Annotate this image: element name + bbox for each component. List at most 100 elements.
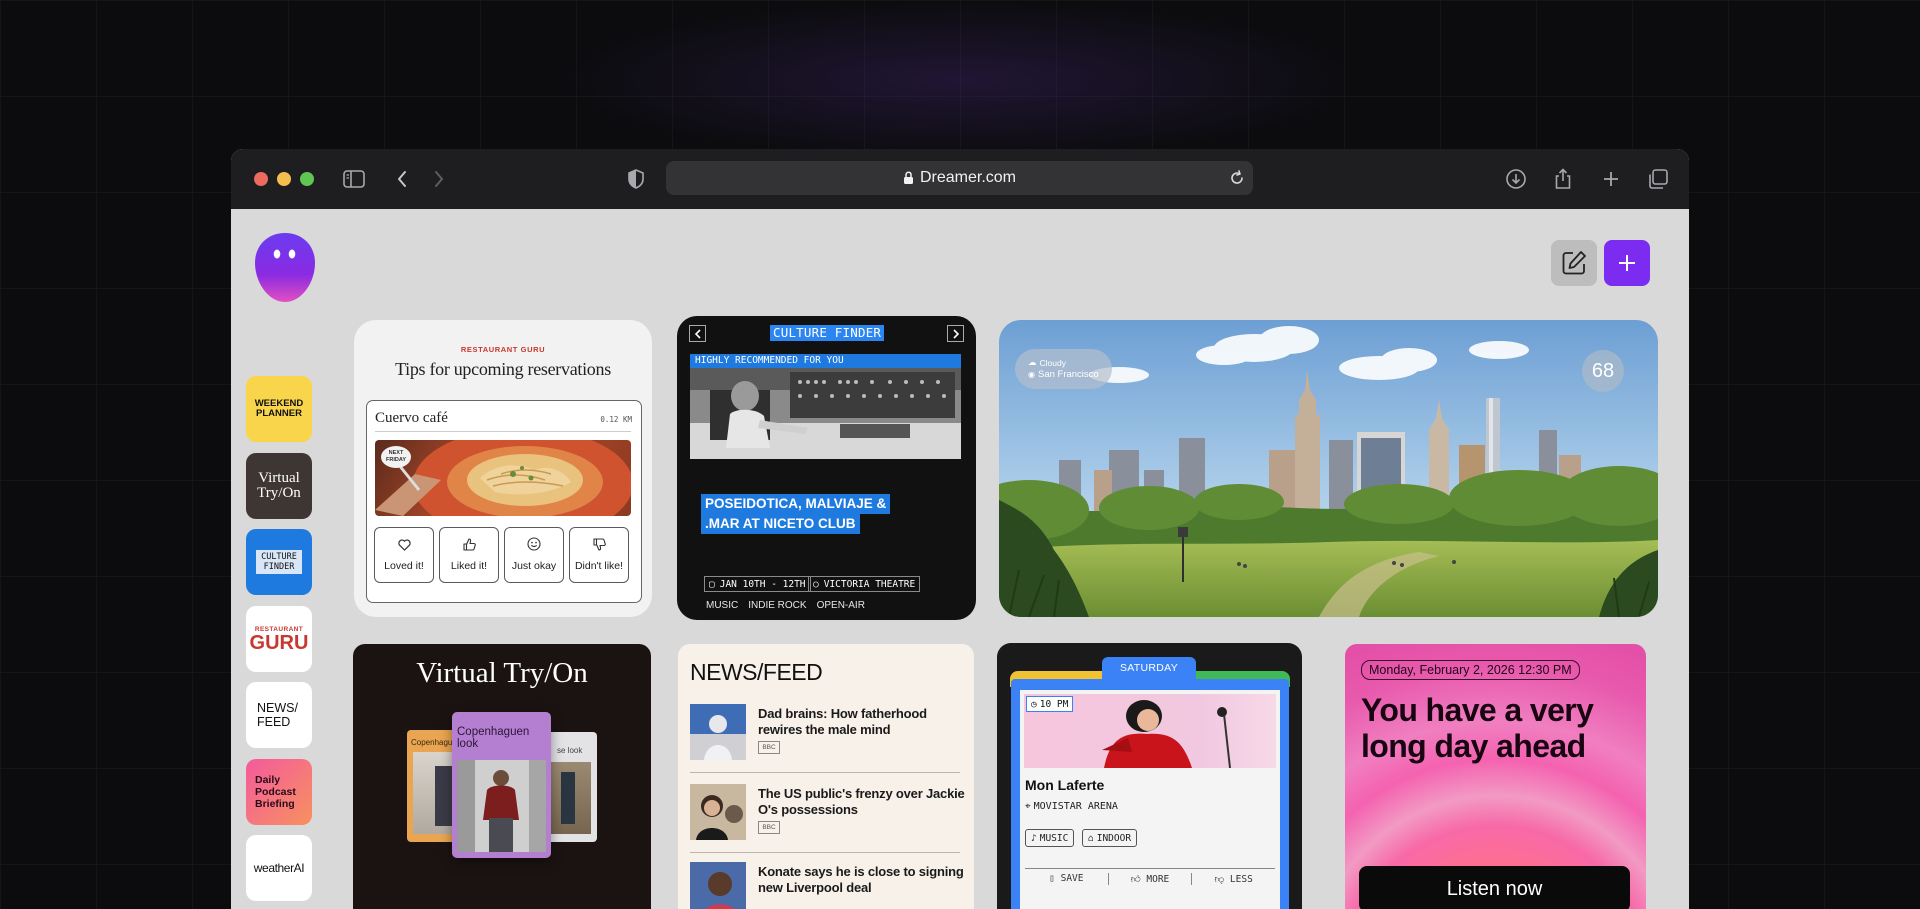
tag-open-air: OPEN-AIR [816, 600, 865, 611]
back-icon[interactable] [390, 167, 414, 191]
culture-finder-title: CULTURE FINDER [770, 325, 885, 341]
edit-button[interactable] [1551, 240, 1597, 286]
listen-now-button[interactable]: Listen now [1359, 866, 1630, 909]
dish-photo: NEXT FRIDAY [375, 440, 631, 516]
weather-card[interactable]: ☁ Cloudy ◉ San Francisco 68 [999, 320, 1658, 617]
card-brand: RESTAURANT GURU [460, 345, 546, 354]
minimize-window-button[interactable] [277, 172, 291, 186]
reaction-label: Loved it! [384, 560, 424, 572]
news-headline: The US public's frenzy over Jackie O's p… [758, 786, 965, 817]
news-thumbnail [690, 704, 746, 760]
forward-icon[interactable] [427, 167, 451, 191]
sidebar-app-culture-finder[interactable]: CULTURE FINDER [246, 529, 312, 595]
event-venue: ⌖ MOVISTAR ARENA [1025, 801, 1118, 812]
tryon-right-label: se look [557, 746, 583, 755]
app-label: NEWS/ FEED [257, 701, 298, 729]
virtual-tryon-card[interactable]: Virtual Try/On Copenhaguen se look Copen… [353, 644, 651, 909]
sidebar-app-virtual-tryon[interactable]: Virtual Try/On [246, 453, 312, 519]
liked-it-button[interactable]: Liked it! [439, 527, 499, 583]
reaction-label: Just okay [511, 560, 557, 572]
action-label: SAVE [1060, 873, 1084, 884]
sidebar-app-restaurant-guru[interactable]: RESTAURANT GURU [246, 606, 312, 672]
more-action-button[interactable]: 👍︎ MORE [1107, 873, 1192, 885]
calendar-icon: ▢ [709, 578, 715, 590]
next-friday-badge: NEXT FRIDAY [381, 446, 411, 468]
lock-icon [903, 171, 914, 185]
add-button[interactable] [1604, 240, 1650, 286]
event-photo [690, 368, 961, 459]
culture-finder-card[interactable]: CULTURE FINDER HIGHLY RECOMMENDED FOR YO… [677, 316, 976, 620]
thumbs-up-icon [462, 538, 476, 554]
maximize-window-button[interactable] [300, 172, 314, 186]
place-name: Cuervo café [375, 410, 448, 426]
reaction-label: Liked it! [450, 560, 488, 572]
news-feed-card[interactable]: NEWS/FEED Dad brains: How fatherhood rew… [678, 644, 974, 909]
event-photo: ◷ 10 PM [1024, 694, 1276, 768]
thumbs-up-icon: 👍︎ [1130, 874, 1147, 885]
event-ticket: ◷ 10 PM Mon Laferte ⌖ MOVISTAR ARENA ♪ MUSI… [1011, 679, 1289, 909]
event-tag-music: ♪ MUSIC [1025, 829, 1075, 847]
shield-icon[interactable] [624, 167, 648, 191]
event-card[interactable]: SATURDAY ◷ 10 PM Mon Laferte ⌖ MOVISTAR AR… [997, 643, 1302, 909]
url-text: Dreamer.com [919, 169, 1017, 186]
place-distance: 0.12 KM [600, 415, 632, 424]
close-window-button[interactable] [254, 172, 268, 186]
news-item[interactable]: The US public's frenzy over Jackie O's p… [690, 784, 965, 846]
sidebar-app-weather-ai[interactable]: weatherAI [246, 835, 312, 901]
tryon-center-card[interactable]: Copenhaguen look [452, 712, 551, 858]
tryon-center-label: Copenhaguen look [457, 726, 530, 750]
app-label: weatherAI [253, 861, 305, 875]
pin-icon: ○ [813, 578, 819, 590]
event-dates: ▢ JAN 10TH - 12TH [704, 576, 811, 592]
location-pin-icon: ⌖ [1025, 801, 1031, 812]
event-title-line1: POSEIDOTICA, MALVIAJE & [701, 494, 891, 514]
news-thumbnail [690, 862, 746, 909]
dreamer-logo[interactable] [254, 232, 316, 302]
event-artist: Mon Laferte [1025, 777, 1105, 793]
share-icon[interactable] [1551, 167, 1575, 191]
podcast-briefing-card[interactable]: Monday, February 2, 2026 12:30 PM You ha… [1345, 644, 1646, 909]
sidebar-app-daily-podcast[interactable]: Daily Podcast Briefing [246, 759, 312, 825]
tag-text: INDOOR [1096, 832, 1132, 844]
tag-music: MUSIC [706, 600, 739, 611]
event-time-chip: ◷ 10 PM [1026, 696, 1074, 712]
download-icon[interactable] [1504, 167, 1528, 191]
news-feed-title: NEWS/FEED [690, 659, 823, 685]
restaurant-guru-card[interactable]: RESTAURANT GURU Tips for upcoming reserv… [354, 320, 652, 617]
location-icon: ◉ [1028, 370, 1035, 379]
recommended-banner: HIGHLY RECOMMENDED FOR YOU [690, 354, 961, 368]
reaction-label: Didn't like! [574, 560, 624, 572]
browser-window: Dreamer.com WEEKEND PLANNER Virtual Try/… [231, 149, 1689, 909]
less-action-button[interactable]: 👎︎ LESS [1191, 873, 1275, 885]
weather-location-pill: ☁ Cloudy ◉ San Francisco [1015, 349, 1112, 389]
app-label: Daily Podcast Briefing [255, 774, 296, 810]
tryon-title: Virtual Try/On [416, 657, 588, 689]
save-action-button[interactable]: ▯ SAVE [1025, 873, 1108, 885]
weather-city: San Francisco [1037, 369, 1099, 380]
thumbs-down-icon: 👎︎ [1214, 874, 1230, 885]
sidebar-app-weekend-planner[interactable]: WEEKEND PLANNER [246, 376, 312, 442]
address-bar[interactable]: Dreamer.com [666, 161, 1253, 195]
next-event-icon[interactable] [947, 325, 964, 342]
browser-toolbar: Dreamer.com [231, 149, 1689, 209]
app-label: CULTURE FINDER [256, 550, 302, 574]
tag-indie-rock: INDIE ROCK [748, 600, 807, 611]
sidebar-app-news-feed[interactable]: NEWS/ FEED [246, 682, 312, 748]
just-okay-button[interactable]: Just okay [504, 527, 564, 583]
weather-condition: Cloudy [1039, 357, 1066, 368]
thumbs-down-icon [592, 538, 606, 554]
tab-overview-icon[interactable] [1646, 167, 1670, 191]
reload-icon[interactable] [1227, 168, 1247, 188]
sidebar-toggle-icon[interactable] [342, 167, 366, 191]
didnt-like-button[interactable]: Didn't like! [569, 527, 629, 583]
event-actions: ▯ SAVE 👍︎ MORE 👎︎ LESS [1025, 873, 1275, 885]
news-item[interactable]: Konate says he is close to signing new L… [690, 862, 964, 909]
heart-icon [397, 539, 411, 554]
loved-it-button[interactable]: Loved it! [374, 527, 434, 583]
reservation-card: Cuervo café 0.12 KM NEXT FRIDAY Loved it… [366, 400, 642, 603]
podcast-datetime: Monday, February 2, 2026 12:30 PM [1361, 660, 1580, 680]
prev-event-icon[interactable] [689, 325, 706, 342]
news-item[interactable]: Dad brains: How fatherhood rewires the m… [690, 704, 960, 766]
new-tab-icon[interactable] [1599, 167, 1623, 191]
event-tags: MUSIC INDIE ROCK OPEN-AIR [706, 600, 865, 611]
